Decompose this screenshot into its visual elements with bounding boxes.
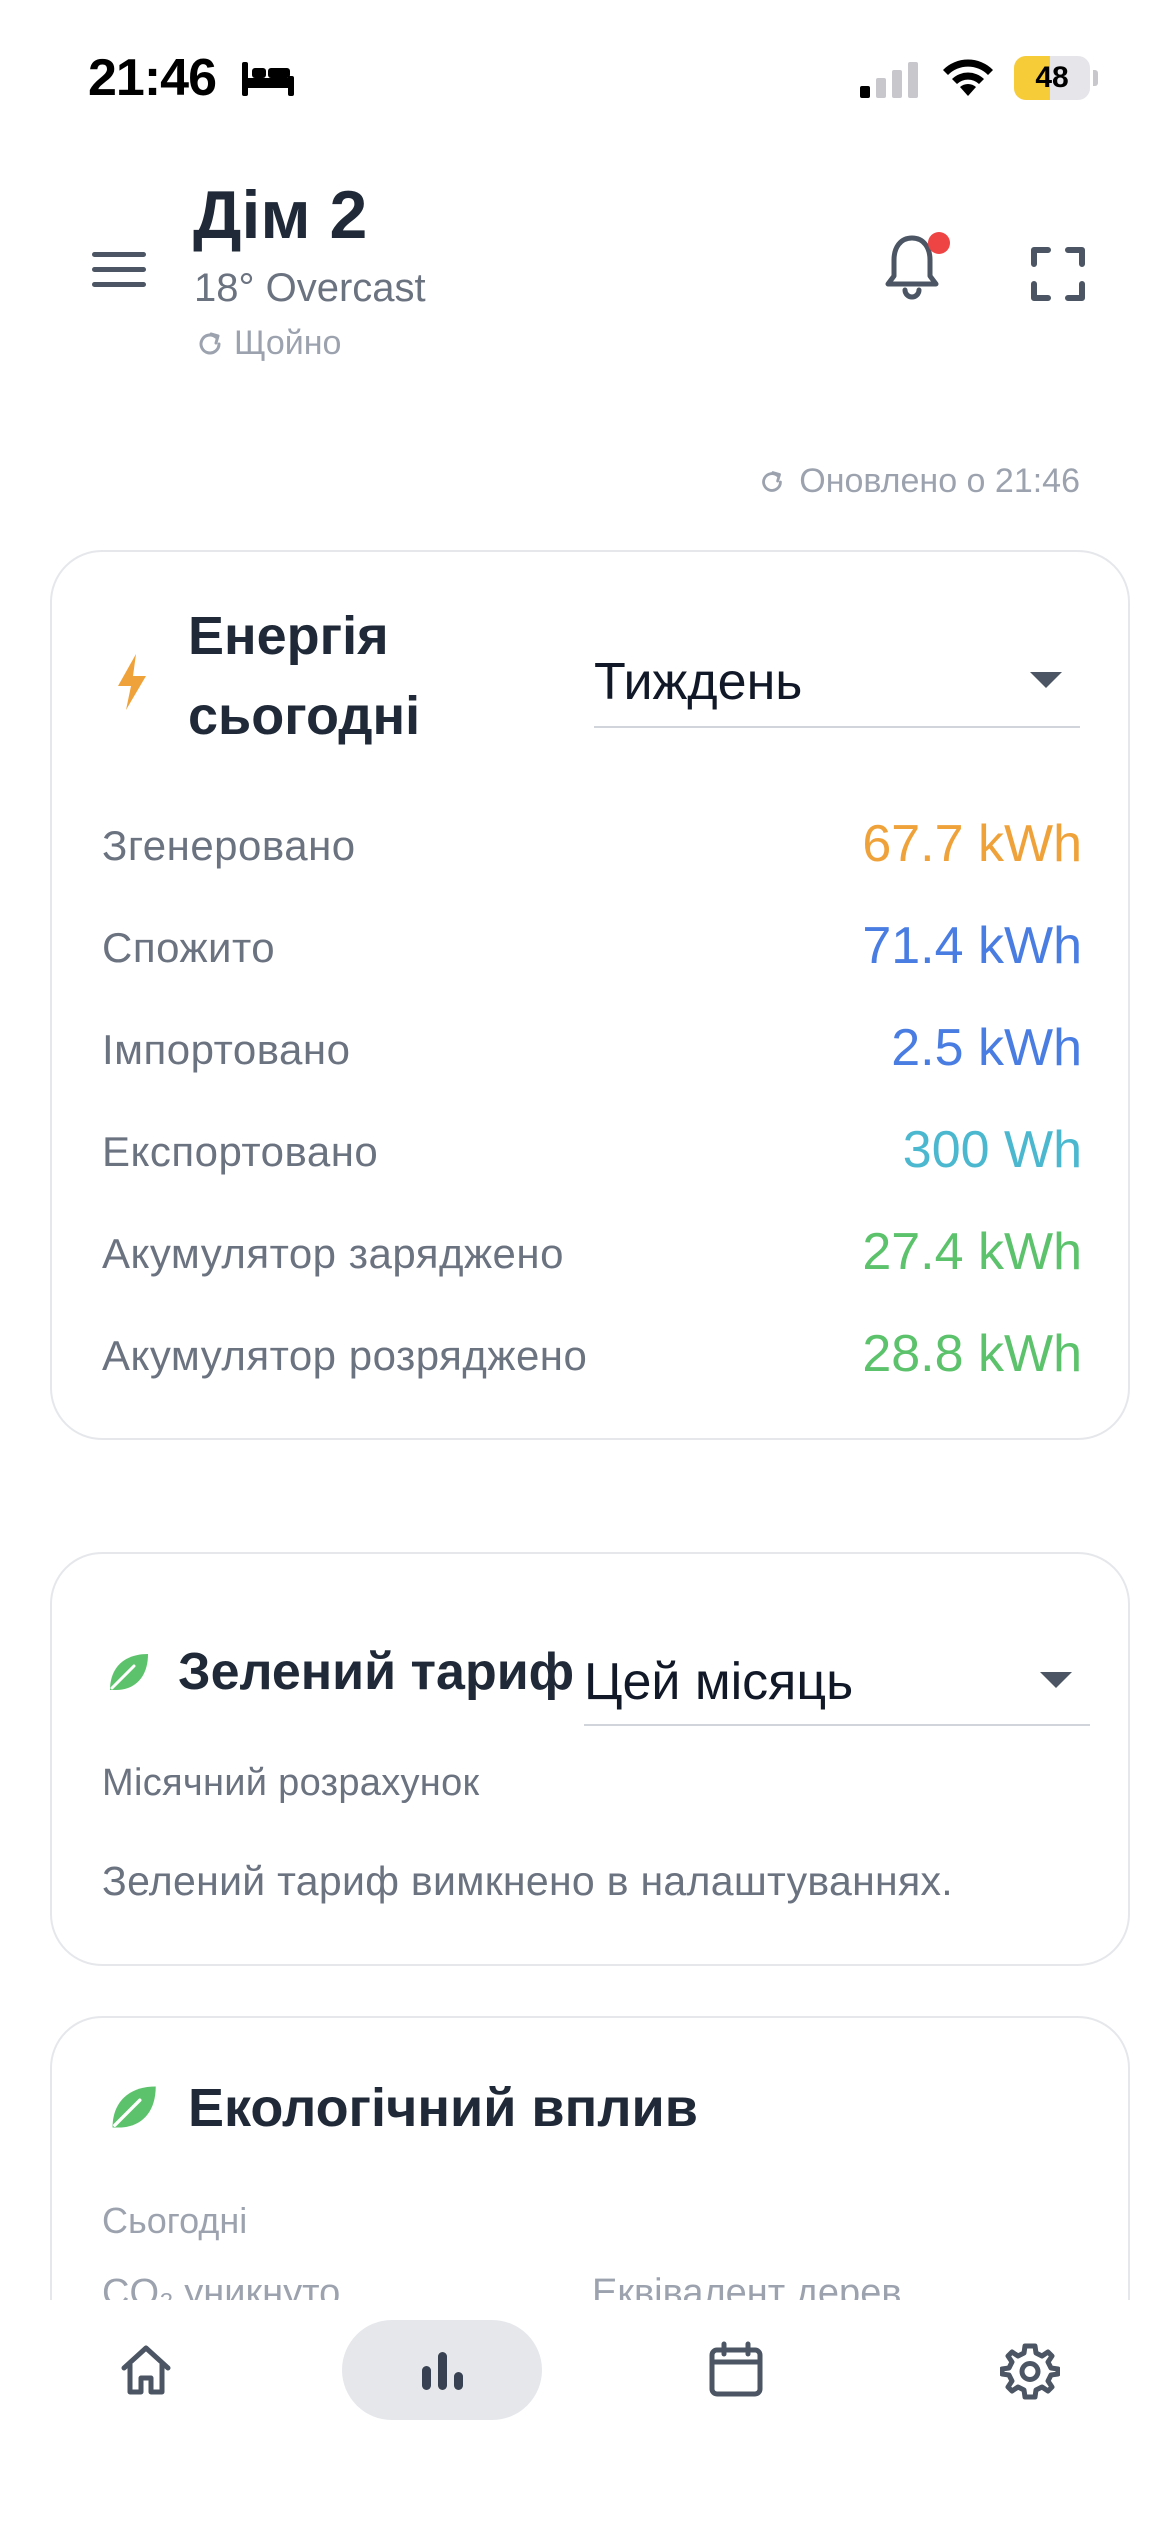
wifi-icon (943, 59, 993, 96)
nav-calendar[interactable] (636, 2320, 836, 2420)
chevron-down-icon (1030, 672, 1062, 688)
fullscreen-icon[interactable] (1030, 246, 1086, 302)
notification-dot (928, 232, 950, 254)
tariff-message: Зелений тариф вимкнено в налаштуваннях. (102, 1858, 953, 1904)
energy-row-value: 28.8 kWh (862, 1325, 1082, 1383)
battery-indicator: 48 (1014, 56, 1098, 100)
energy-row-label: Акумулятор заряджено (102, 1230, 564, 1277)
energy-row-value: 67.7 kWh (862, 815, 1082, 873)
battery-level: 48 (1035, 61, 1069, 94)
energy-row-generated: Згенеровано 67.7 kWh (102, 808, 1082, 888)
energy-row-battery-charged: Акумулятор заряджено 27.4 kWh (102, 1216, 1082, 1296)
eco-card-title: Екологічний вплив (188, 2078, 698, 2138)
leaf-icon (112, 2086, 156, 2128)
tariff-card-title: Зелений тариф (178, 1643, 575, 1701)
home-icon (121, 2345, 171, 2395)
cellular-signal-icon (860, 62, 918, 98)
tariff-subtitle: Місячний розрахунок (102, 1762, 480, 1804)
refresh-status: Щойно (194, 324, 341, 363)
energy-card-title-line1: Енергія (188, 606, 389, 666)
energy-row-label: Експортовано (102, 1128, 379, 1175)
energy-row-label: Згенеровано (102, 822, 356, 869)
energy-row-label: Спожито (102, 924, 276, 971)
app-header: Дім 2 18° Overcast Щойно (0, 160, 1170, 390)
energy-today-card: Енергія сьогодні Тиждень Згенеровано 67.… (50, 550, 1130, 1440)
nav-home[interactable] (46, 2320, 246, 2420)
energy-row-imported: Імпортовано 2.5 kWh (102, 1012, 1082, 1092)
calendar-icon (709, 2341, 763, 2397)
energy-row-value: 2.5 kWh (891, 1019, 1082, 1077)
status-bar: 21:46 48 (0, 0, 1170, 150)
energy-row-exported: Експортовано 300 Wh (102, 1114, 1082, 1194)
status-time: 21:46 (88, 49, 217, 107)
energy-period-select[interactable]: Тиждень (594, 632, 1080, 728)
energy-row-label: Акумулятор розряджено (102, 1332, 588, 1379)
notifications-button[interactable] (880, 230, 950, 304)
eco-period-label: Сьогодні (102, 2200, 248, 2241)
energy-row-battery-discharged: Акумулятор розряджено 28.8 kWh (102, 1318, 1082, 1398)
refresh-icon (762, 470, 783, 492)
last-updated-text: Оновлено о 21:46 (799, 462, 1080, 500)
green-tariff-card: Зелений тариф Цей місяць Місячний розрах… (50, 1552, 1130, 1966)
tariff-period-value: Цей місяць (584, 1653, 854, 1711)
energy-row-value: 300 Wh (902, 1121, 1082, 1179)
energy-card-title-line2: сьогодні (188, 686, 421, 746)
menu-icon[interactable] (90, 248, 150, 292)
weather-summary: 18° Overcast (194, 266, 426, 310)
home-title[interactable]: Дім 2 (193, 176, 367, 254)
energy-row-label: Імпортовано (102, 1026, 351, 1073)
leaf-icon (110, 1654, 148, 1690)
energy-period-value: Тиждень (594, 653, 803, 711)
gear-icon (1000, 2343, 1060, 2400)
lightning-icon (118, 654, 146, 710)
nav-statistics[interactable] (342, 2320, 542, 2420)
nav-settings[interactable] (930, 2320, 1130, 2420)
last-updated: Оновлено о 21:46 (757, 462, 1080, 501)
energy-row-consumed: Спожито 71.4 kWh (102, 910, 1082, 990)
refresh-status-text: Щойно (234, 324, 342, 362)
refresh-icon (199, 332, 221, 354)
chart-icon (422, 2352, 463, 2390)
bed-icon (242, 62, 294, 96)
tariff-period-select[interactable]: Цей місяць (584, 1630, 1090, 1726)
bottom-navigation (0, 2300, 1170, 2532)
energy-row-value: 71.4 kWh (862, 917, 1082, 975)
chevron-down-icon (1040, 1672, 1072, 1688)
energy-row-value: 27.4 kWh (862, 1223, 1082, 1281)
